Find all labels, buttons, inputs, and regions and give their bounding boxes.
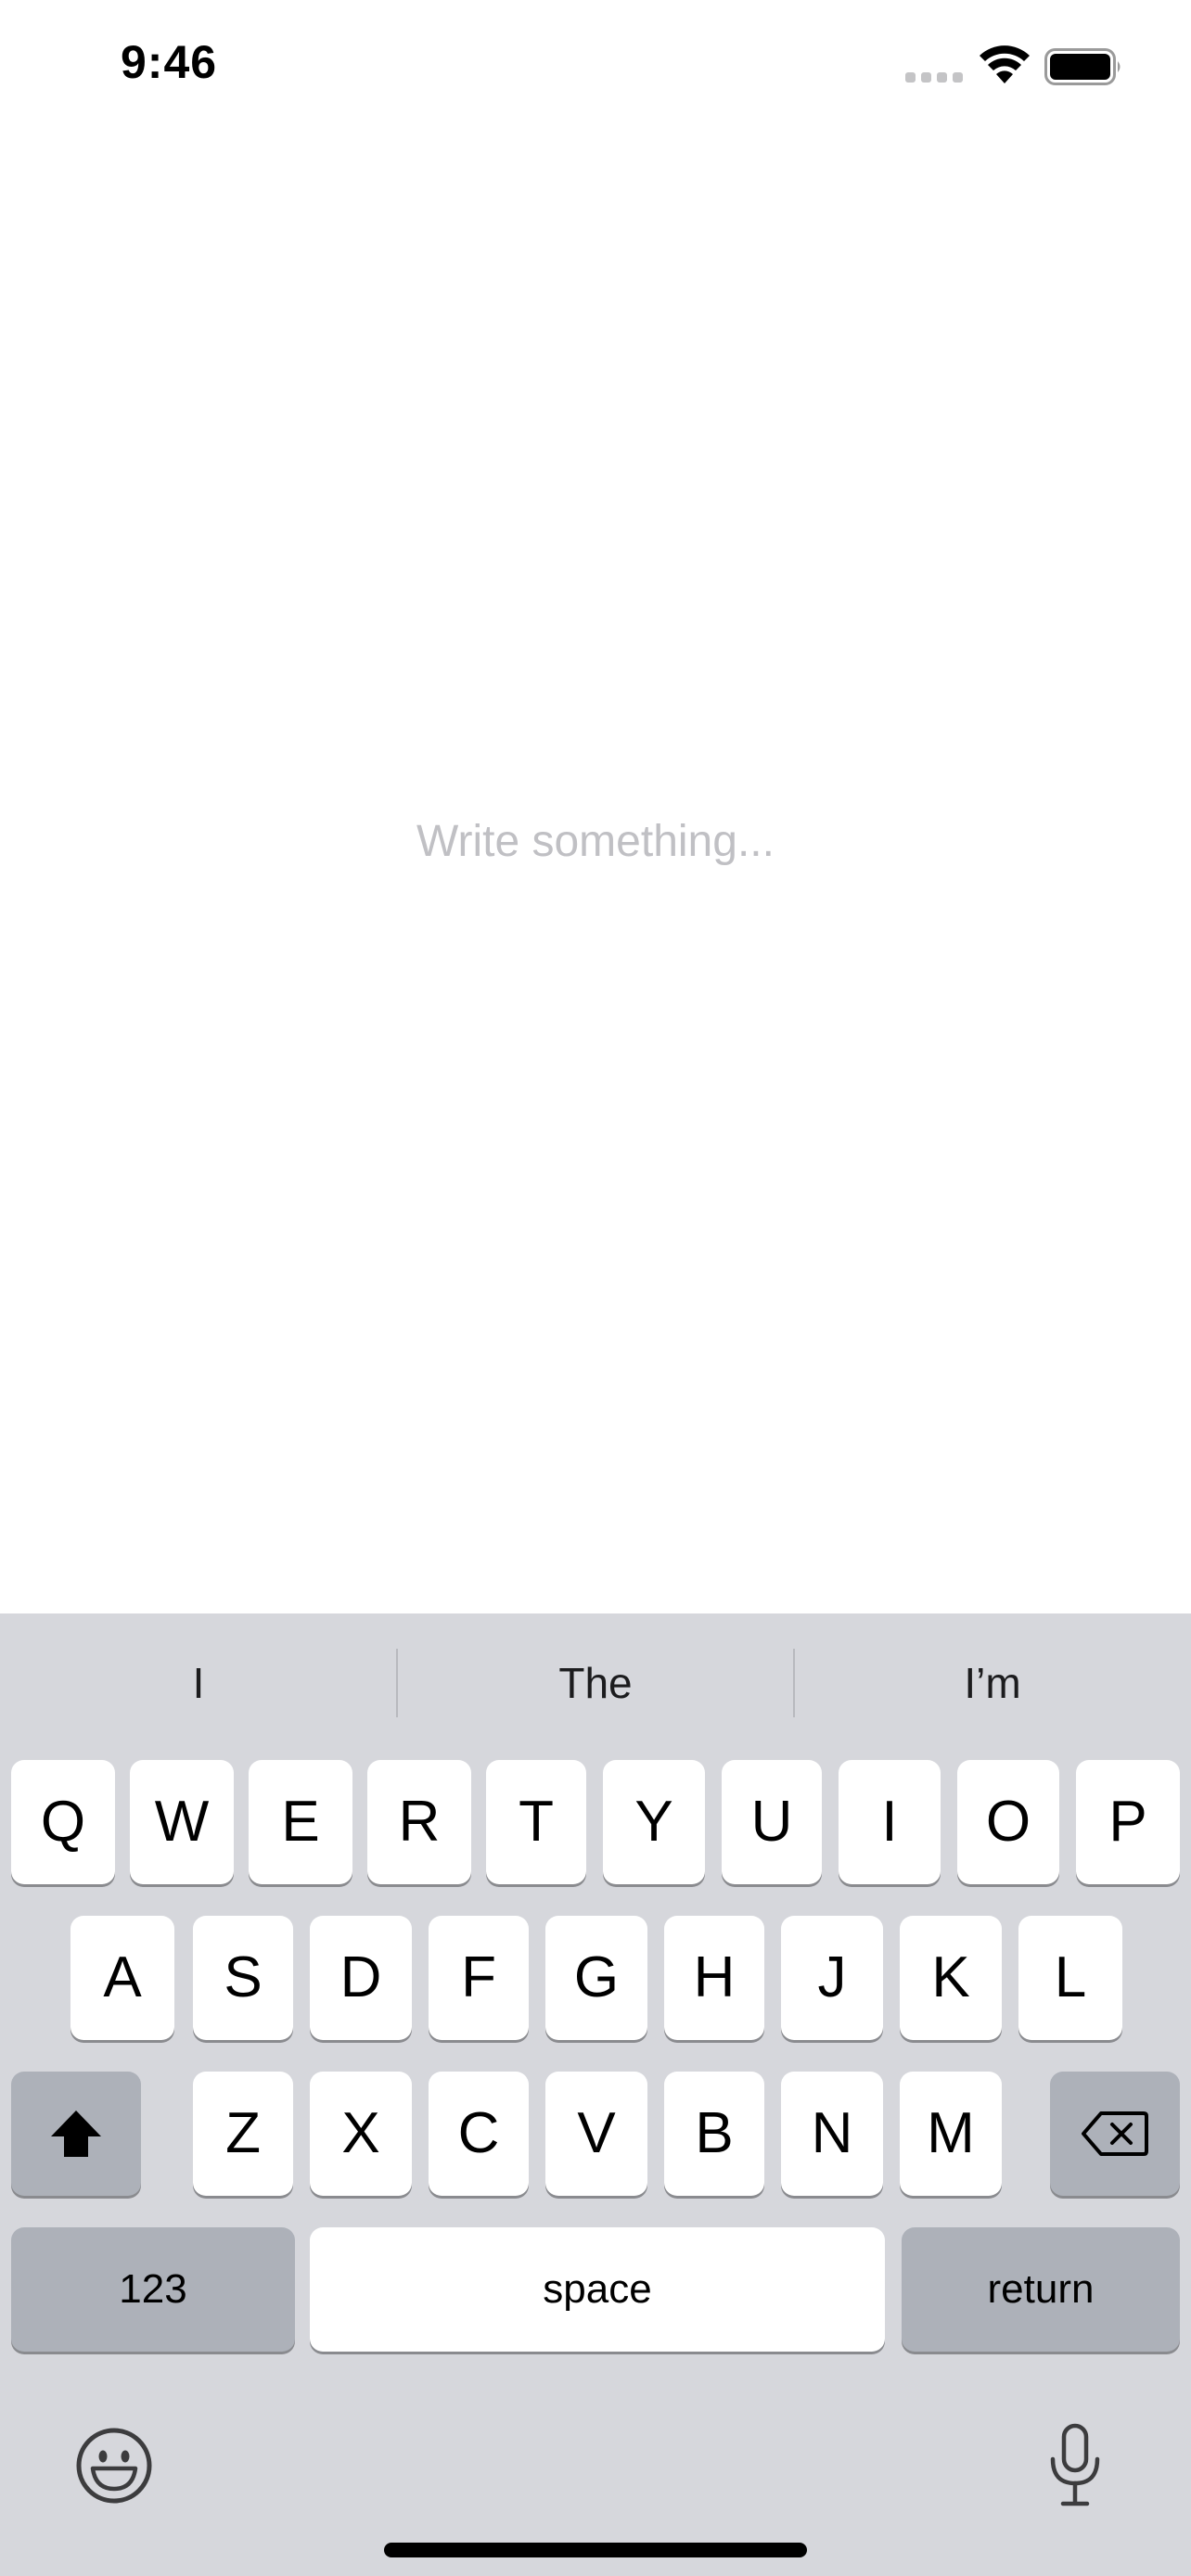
suggestion-3[interactable]: I’m bbox=[794, 1613, 1191, 1753]
key-j[interactable]: J bbox=[781, 1916, 883, 2040]
battery-icon bbox=[1044, 48, 1121, 85]
key-y[interactable]: Y bbox=[603, 1760, 705, 1884]
predictive-bar: I The I’m bbox=[0, 1613, 1191, 1753]
cellular-signal-icon bbox=[905, 72, 963, 83]
text-editor[interactable]: Write something... bbox=[0, 130, 1191, 1613]
emoji-icon[interactable] bbox=[74, 2426, 154, 2506]
shift-icon bbox=[51, 2111, 101, 2157]
keyboard: I The I’m Q W E R T Y U I O P A S D F G … bbox=[0, 1613, 1191, 2576]
key-m[interactable]: M bbox=[900, 2072, 1002, 2196]
wifi-icon bbox=[980, 45, 1030, 83]
shift-key[interactable] bbox=[11, 2072, 141, 2196]
key-a[interactable]: A bbox=[70, 1916, 174, 2040]
key-z[interactable]: Z bbox=[193, 2072, 293, 2196]
key-x[interactable]: X bbox=[310, 2072, 412, 2196]
delete-icon bbox=[1082, 2111, 1148, 2156]
suggestion-1[interactable]: I bbox=[0, 1613, 397, 1753]
status-time: 9:46 bbox=[121, 36, 218, 88]
space-key[interactable]: space bbox=[310, 2227, 885, 2352]
key-d[interactable]: D bbox=[310, 1916, 412, 2040]
suggestion-2[interactable]: The bbox=[397, 1613, 794, 1753]
key-s[interactable]: S bbox=[193, 1916, 293, 2040]
key-w[interactable]: W bbox=[130, 1760, 234, 1884]
key-c[interactable]: C bbox=[429, 2072, 529, 2196]
key-o[interactable]: O bbox=[957, 1760, 1059, 1884]
delete-key[interactable] bbox=[1050, 2072, 1180, 2196]
key-g[interactable]: G bbox=[545, 1916, 647, 2040]
key-b[interactable]: B bbox=[664, 2072, 764, 2196]
key-h[interactable]: H bbox=[664, 1916, 764, 2040]
editor-placeholder: Write something... bbox=[416, 817, 775, 866]
key-u[interactable]: U bbox=[722, 1760, 822, 1884]
status-bar: 9:46 bbox=[0, 0, 1191, 130]
key-q[interactable]: Q bbox=[11, 1760, 115, 1884]
return-key[interactable]: return bbox=[902, 2227, 1180, 2352]
key-v[interactable]: V bbox=[545, 2072, 647, 2196]
key-k[interactable]: K bbox=[900, 1916, 1002, 2040]
key-f[interactable]: F bbox=[429, 1916, 529, 2040]
home-indicator[interactable] bbox=[384, 2543, 807, 2557]
microphone-icon[interactable] bbox=[1046, 2422, 1104, 2509]
key-t[interactable]: T bbox=[486, 1760, 586, 1884]
key-p[interactable]: P bbox=[1076, 1760, 1180, 1884]
key-n[interactable]: N bbox=[781, 2072, 883, 2196]
numbers-key[interactable]: 123 bbox=[11, 2227, 295, 2352]
key-r[interactable]: R bbox=[367, 1760, 471, 1884]
key-l[interactable]: L bbox=[1018, 1916, 1122, 2040]
key-i[interactable]: I bbox=[839, 1760, 941, 1884]
key-e[interactable]: E bbox=[249, 1760, 352, 1884]
